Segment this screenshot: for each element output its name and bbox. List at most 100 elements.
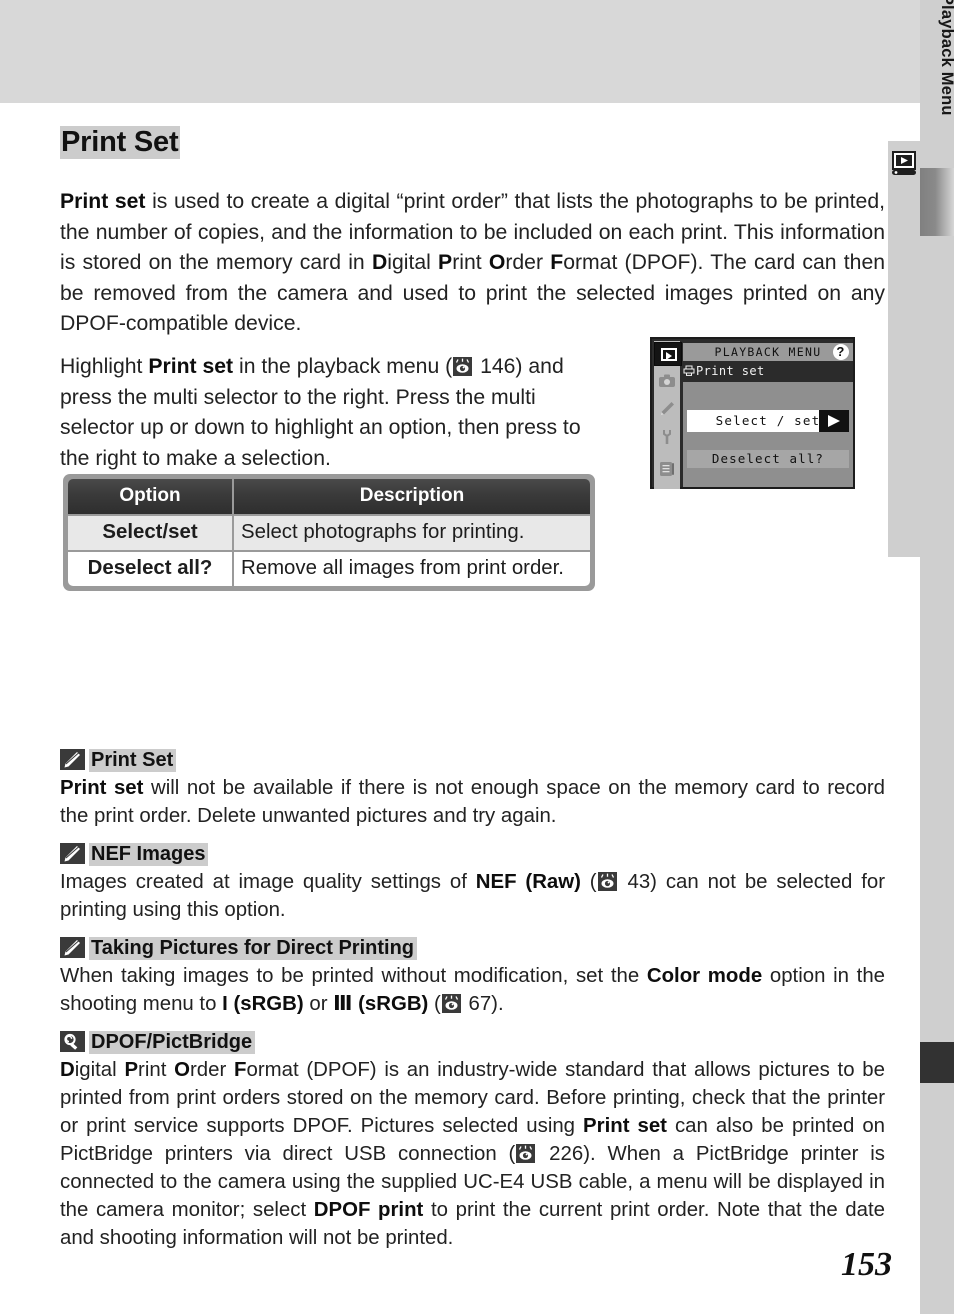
dpof-f: F bbox=[550, 251, 564, 275]
table-header-row: Option Description bbox=[68, 479, 590, 514]
dpof-o: O bbox=[488, 251, 506, 275]
note-body-3: or bbox=[303, 993, 334, 1015]
note-body-lead: Print set bbox=[60, 777, 144, 799]
note-dpof-o: O bbox=[174, 1059, 190, 1081]
lcd-header-text: PLAYBACK MENU bbox=[714, 345, 822, 359]
steps-ref-page: 146) bbox=[474, 355, 523, 379]
playback-triangle-icon bbox=[661, 348, 677, 361]
note-body-1: Images created at image quality settings… bbox=[60, 871, 476, 893]
note-ref-page: 43) bbox=[618, 871, 657, 893]
lcd-row-select-set-label: Select / set bbox=[715, 413, 821, 428]
magnifier-note-icon bbox=[60, 1031, 85, 1052]
page-title: Print Set bbox=[60, 126, 181, 159]
steps-part-2: in the playback menu ( bbox=[233, 355, 453, 379]
pencil-note-icon bbox=[60, 843, 85, 864]
table-row: Select/set Select photographs for printi… bbox=[68, 516, 590, 550]
note-dpof-igital: igital bbox=[74, 1059, 125, 1081]
note-heading-label: NEF Images bbox=[89, 843, 209, 866]
chapter-tab bbox=[888, 141, 920, 557]
note-bold-2: DPOF print bbox=[313, 1199, 424, 1221]
table-header-description: Description bbox=[234, 479, 590, 514]
intro-lead: Print set bbox=[60, 190, 146, 214]
page-header-band bbox=[0, 0, 954, 103]
note-body: Print set will not be available if there… bbox=[60, 774, 885, 830]
dpof-p: P bbox=[438, 251, 453, 275]
note-nef-images: NEF Images Images created at image quali… bbox=[60, 842, 885, 924]
note-body-1: When taking images to be printed without… bbox=[60, 965, 647, 987]
note-heading: DPOF/PictBridge bbox=[60, 1030, 885, 1054]
note-ref-page: 67) bbox=[462, 993, 498, 1015]
note-bold-1: Color mode bbox=[646, 965, 763, 987]
note-heading-label: Print Set bbox=[89, 749, 177, 772]
note-heading: Taking Pictures for Direct Printing bbox=[60, 936, 885, 960]
intro-paragraph: Print set is used to create a digital “p… bbox=[60, 187, 885, 340]
note-body-4: ( bbox=[428, 993, 441, 1015]
note-ref-page: 226) bbox=[537, 1143, 590, 1165]
note-body: When taking images to be printed without… bbox=[60, 962, 885, 1018]
table-header-option: Option bbox=[68, 479, 232, 514]
dpof-rint: rint bbox=[452, 251, 489, 275]
chapter-tab-marker-bottom bbox=[920, 1042, 954, 1083]
lcd-header: PLAYBACK MENU ? bbox=[683, 343, 853, 361]
chapter-tab-label: Menu Guide—The Playback Menu bbox=[924, 0, 954, 196]
note-dpof-p: P bbox=[124, 1059, 139, 1081]
note-dpof-pictbridge: DPOF/PictBridge Digital Print Order Form… bbox=[60, 1030, 885, 1252]
note-dpof-d: D bbox=[60, 1059, 75, 1081]
reference-eye-icon bbox=[597, 872, 617, 891]
table-cell-option: Select/set bbox=[68, 516, 232, 550]
note-dpof-rint: rint bbox=[138, 1059, 175, 1081]
reference-eye-icon bbox=[441, 994, 461, 1013]
steps-part-1: Highlight bbox=[60, 355, 149, 379]
note-dpof-rder: rder bbox=[190, 1059, 235, 1081]
page-number: 153 bbox=[841, 1246, 892, 1283]
note-body: Images created at image quality settings… bbox=[60, 868, 885, 924]
note-heading-label: Taking Pictures for Direct Printing bbox=[89, 937, 418, 960]
note-taking-pictures: Taking Pictures for Direct Printing When… bbox=[60, 936, 885, 1018]
table-cell-description: Select photographs for printing. bbox=[234, 516, 590, 550]
dpof-igital: igital bbox=[387, 251, 439, 275]
page-title-text: Print Set bbox=[60, 126, 181, 159]
note-bold-2: I (sRGB) bbox=[222, 993, 304, 1015]
note-heading: NEF Images bbox=[60, 842, 885, 866]
help-icon: ? bbox=[833, 344, 849, 360]
pencil-note-icon bbox=[60, 749, 85, 770]
right-arrow-icon bbox=[819, 410, 849, 432]
note-bold-1: Print set bbox=[583, 1115, 667, 1137]
note-body-rest: will not be available if there is not en… bbox=[60, 777, 885, 827]
options-table: Option Description Select/set Select pho… bbox=[66, 477, 592, 588]
camera-icon bbox=[657, 371, 677, 391]
reference-eye-icon bbox=[453, 357, 473, 377]
note-heading-label: DPOF/PictBridge bbox=[89, 1031, 256, 1054]
manual-page: Menu Guide—The Playback Menu Print Set P… bbox=[0, 0, 954, 1314]
table-row: Deselect all? Remove all images from pri… bbox=[68, 552, 590, 586]
note-bold-3: Ⅲ (sRGB) bbox=[333, 993, 429, 1015]
lcd-row-deselect-all-label: Deselect all? bbox=[711, 451, 825, 466]
camera-lcd-screenshot: PLAYBACK MENU ? Print set Select / set D… bbox=[650, 337, 855, 489]
lcd-body: Select / set Deselect all? bbox=[683, 382, 853, 487]
pencil-icon bbox=[657, 399, 677, 419]
printer-icon bbox=[683, 364, 695, 376]
note-body-2: ( bbox=[580, 871, 597, 893]
table-cell-description: Remove all images from print order. bbox=[234, 552, 590, 586]
lcd-subtitle: Print set bbox=[683, 363, 853, 380]
wrench-icon bbox=[657, 427, 677, 447]
reference-eye-icon bbox=[516, 1144, 536, 1163]
playback-icon bbox=[890, 150, 918, 176]
lcd-subtitle-text: Print set bbox=[696, 364, 765, 378]
recent-settings-icon bbox=[657, 459, 677, 479]
steps-paragraph: Highlight Print set in the playback menu… bbox=[60, 352, 613, 474]
note-print-set: Print Set Print set will not be availabl… bbox=[60, 748, 885, 830]
dpof-rder: rder bbox=[505, 251, 551, 275]
note-body: Digital Print Order Format (DPOF) is an … bbox=[60, 1056, 885, 1252]
lcd-playback-tab bbox=[654, 342, 682, 366]
dpof-d: D bbox=[371, 251, 388, 275]
note-bold-1: NEF (Raw) bbox=[475, 871, 581, 893]
lcd-row-select-set[interactable]: Select / set bbox=[687, 410, 849, 432]
table-cell-option: Deselect all? bbox=[68, 552, 232, 586]
note-body-5: . bbox=[497, 993, 504, 1015]
options-table-wrapper: Option Description Select/set Select pho… bbox=[63, 474, 595, 591]
note-dpof-f: F bbox=[234, 1059, 247, 1081]
note-heading: Print Set bbox=[60, 748, 885, 772]
pencil-note-icon bbox=[60, 937, 85, 958]
lcd-row-deselect-all[interactable]: Deselect all? bbox=[687, 450, 849, 468]
